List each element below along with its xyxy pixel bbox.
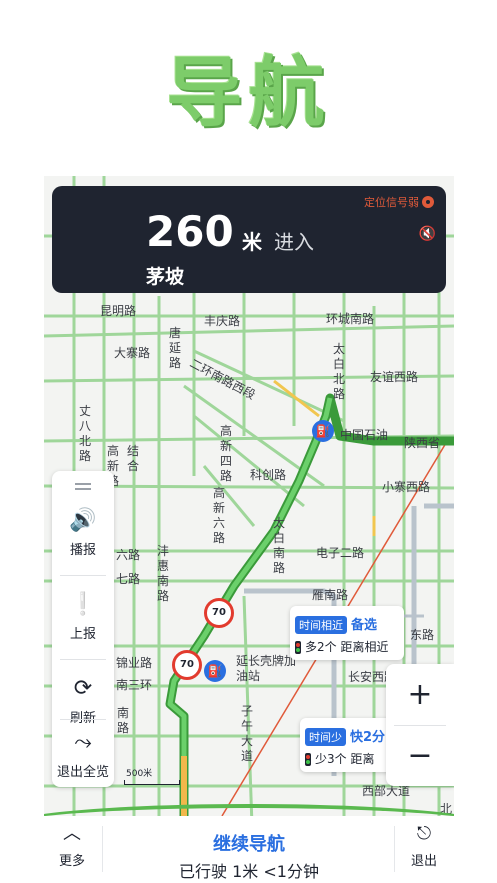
road-label-dianzi2: 电子二路: [316, 546, 365, 560]
road-label-ziwu: 子午大道: [240, 704, 253, 763]
traffic-light-icon-2: [305, 753, 311, 766]
callout-alt-label-2: 快2分: [350, 730, 386, 745]
callout-detail: 多2个 距离相近: [305, 640, 389, 654]
callout-alt-label: 备选: [351, 618, 378, 633]
gas-station-icon[interactable]: ⛽: [312, 420, 334, 442]
exit-icon: ⎋: [416, 823, 432, 844]
report-label: 上报: [69, 627, 96, 642]
road-label-dazhai: 大寨路: [114, 346, 151, 360]
speaker-icon: 🔊: [69, 508, 97, 533]
road-label-jinye: 锦业路: [116, 656, 153, 670]
poi-label-sinopec: 中国石油: [340, 428, 389, 442]
scale-bar: [124, 780, 180, 785]
route-icon: ⤳: [74, 730, 92, 755]
maneuver-action: 进入: [274, 230, 314, 254]
gps-weak-icon: [422, 196, 434, 208]
poi-label-yanchang: 延长壳牌加油站: [236, 654, 297, 683]
road-label-taibai-north: 太白北路: [332, 342, 345, 401]
report-button[interactable]: ❕ 上报: [52, 577, 114, 665]
road-label-xiaozhai: 小寨西路: [382, 480, 431, 494]
speed-limit-sign: 70: [204, 598, 234, 628]
callout-detail-2: 少3个 距离: [315, 752, 375, 766]
more-label: 更多: [58, 854, 85, 869]
chevron-up-icon: ︿: [63, 823, 81, 844]
broadcast-label: 播报: [69, 543, 96, 558]
distance-unit: 米: [242, 230, 262, 254]
road-label-fenghui: 沣惠南路: [156, 544, 169, 603]
speed-limit-sign-2: 70: [172, 650, 202, 680]
gas-station-icon-2[interactable]: ⛽: [204, 660, 226, 682]
road-label-qi: 七路: [116, 572, 141, 586]
road-label-kunming: 昆明路: [100, 304, 137, 318]
road-label-taibai-south: 太白南路: [272, 516, 285, 575]
road-label-xibu: 西部大道: [362, 784, 411, 798]
zoom-in-button[interactable]: +: [386, 664, 454, 725]
more-button[interactable]: ︿ 更多: [50, 823, 94, 870]
divider: [102, 826, 103, 872]
trip-progress: 已行驶 1米 <1分钟: [179, 862, 319, 881]
road-label-youyi: 友谊西路: [370, 370, 419, 384]
drag-handle-icon[interactable]: [75, 483, 91, 485]
phone-screen: 昆明路 丰庆路 环城南路 大寨路 二环南路西段 太白北路 友谊西路 中国石油 陕…: [44, 176, 454, 883]
bottom-bar: ︿ 更多 继续导航 已行驶 1米 <1分钟 ⎋ 退出: [44, 816, 454, 883]
hero-title: 导航: [166, 48, 331, 137]
divider: [60, 575, 106, 576]
road-label-fengqing: 丰庆路: [204, 314, 241, 328]
gps-status-label: 定位信号弱: [364, 196, 419, 209]
exit-overview-label: 退出全览: [56, 765, 109, 780]
divider: [394, 826, 395, 872]
road-label-gaoxin6: 高新六路: [212, 486, 225, 545]
next-road-name: 茅坡: [146, 266, 185, 288]
refresh-icon: ⟳: [73, 676, 93, 701]
road-label-nan: 南路: [116, 706, 129, 735]
scale-label: 500米: [126, 769, 153, 779]
exit-overview-button[interactable]: ⤳ 退出全览: [52, 719, 114, 785]
road-label-zhangba: 丈八北路: [78, 404, 91, 463]
road-label-tangyan: 唐延路: [168, 326, 181, 370]
zoom-controls: + −: [386, 664, 454, 786]
zoom-out-button[interactable]: −: [386, 725, 454, 786]
distance-value: 260: [146, 207, 234, 256]
road-label-jiehe: 结合: [126, 444, 139, 473]
broadcast-button[interactable]: 🔊 播报: [52, 493, 114, 581]
road-label-gaoxin4: 高新四路: [219, 424, 232, 483]
route-callout-alternative[interactable]: 时间相近 备选 多2个 距离相近: [290, 606, 404, 660]
speaker-mute-icon[interactable]: 🔇: [419, 226, 436, 242]
callout-tag-similar-time: 时间相近: [295, 616, 347, 634]
route-callout-faster[interactable]: 时间少 快2分 少3个 距离: [300, 718, 400, 772]
road-label-nan3huan: 南三环: [116, 678, 153, 692]
traffic-light-icon: [295, 641, 301, 654]
report-icon: ❕: [69, 592, 97, 617]
road-label-huancheng: 环城南路: [326, 312, 375, 326]
road-label-kechuang: 科创路: [250, 468, 287, 482]
road-label-shaanxi: 陕西省: [404, 436, 441, 450]
road-label-yannan: 雁南路: [312, 588, 349, 602]
gps-status: 定位信号弱: [364, 194, 434, 210]
road-label-liu: 六路: [116, 548, 141, 562]
callout-tag-less-time: 时间少: [305, 728, 346, 746]
navigation-banner: 定位信号弱 260 米 进入 茅坡 🔇: [52, 186, 446, 293]
road-label-dong: 东路: [410, 628, 435, 642]
divider: [60, 659, 106, 660]
exit-label: 退出: [410, 854, 437, 869]
continue-navigation-button[interactable]: 继续导航: [144, 830, 354, 856]
side-toolbar: 🔊 播报 ❕ 上报 ⟳ 刷新 ⤳ 退出全览: [52, 471, 114, 787]
exit-button[interactable]: ⎋ 退出: [402, 823, 446, 870]
